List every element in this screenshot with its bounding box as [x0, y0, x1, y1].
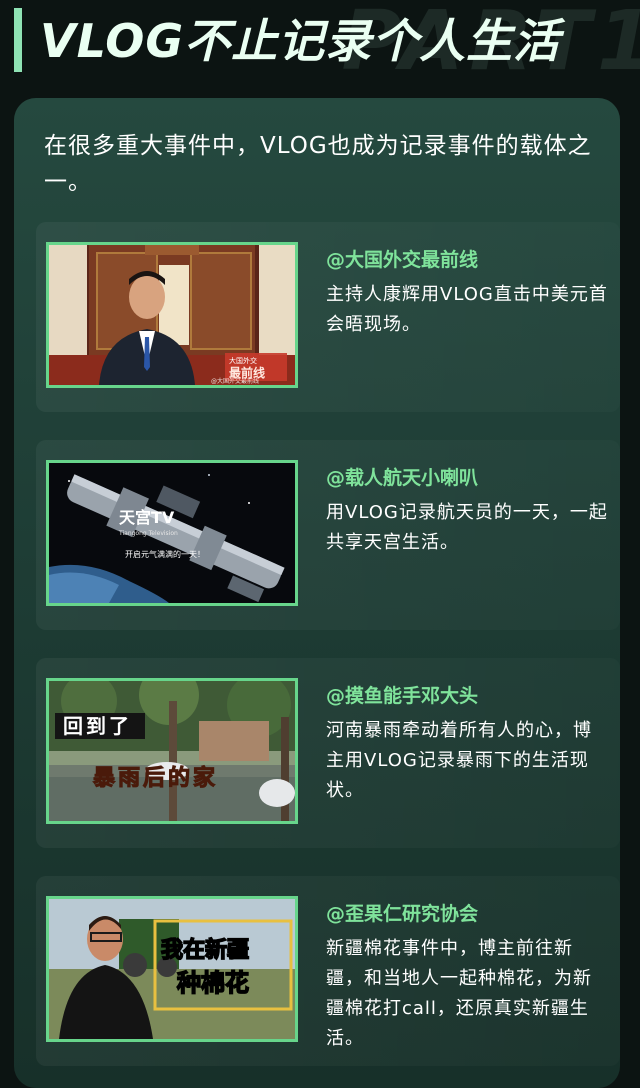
thumb-logo: 大国外交 [229, 356, 257, 365]
cotton-field-image: 我在新疆 种棉花 [49, 899, 295, 1039]
item-text: @大国外交最前线 主持人康辉用VLOG直击中美元首会晤现场。 [326, 246, 608, 340]
space-station-image: 天宫TV Tiangong Television 开启元气满满的一天！ [49, 463, 295, 603]
item-description: 河南暴雨牵动着所有人的心，博主用VLOG记录暴雨下的生活现状。 [326, 720, 592, 801]
thumb-line2: 种棉花 [177, 969, 249, 997]
thumb-line2: 暴雨后的家 [92, 765, 218, 791]
page-title: VLOG不止记录个人生活 [40, 14, 561, 68]
thumb-logo: 天宫TV [119, 508, 175, 527]
item-description: 用VLOG记录航天员的一天，一起共享天宫生活。 [326, 502, 608, 553]
thumb-caption: 开启元气满满的一天！ [125, 549, 205, 559]
flooded-street-image: 回到了 暴雨后的家 [49, 681, 295, 821]
list-item[interactable]: 我在新疆 种棉花 @歪果仁研究协会 新疆棉花事件中，博主前往新疆，和当地人一起种… [36, 876, 620, 1066]
author-handle[interactable]: @大国外交最前线 [326, 246, 608, 274]
thumb-line1: 我在新疆 [161, 937, 249, 963]
list-item[interactable]: 回到了 暴雨后的家 @摸鱼能手邓大头 河南暴雨牵动着所有人的心，博主用VLOG记… [36, 658, 620, 848]
thumbnail-image[interactable]: 我在新疆 种棉花 [46, 896, 298, 1042]
thumbnail-image[interactable]: 回到了 暴雨后的家 [46, 678, 298, 824]
thumb-sub: Tiangong Television [118, 530, 178, 537]
author-handle[interactable]: @歪果仁研究协会 [326, 900, 608, 928]
item-text: @歪果仁研究协会 新疆棉花事件中，博主前往新疆，和当地人一起种棉花，为新疆棉花打… [326, 900, 608, 1054]
header: PART1 VLOG不止记录个人生活 [0, 0, 640, 92]
thumb-line1: 回到了 [63, 714, 132, 738]
thumbnail-image[interactable]: 天宫TV Tiangong Television 开启元气满满的一天！ [46, 460, 298, 606]
author-handle[interactable]: @载人航天小喇叭 [326, 464, 608, 492]
author-handle[interactable]: @摸鱼能手邓大头 [326, 682, 608, 710]
list-item[interactable]: 大国外交 最前线 @大国外交最前线 @大国外交最前线 主持人康辉用VLOG直击中… [36, 222, 620, 412]
list-item[interactable]: 天宫TV Tiangong Television 开启元气满满的一天！ @载人航… [36, 440, 620, 630]
item-description: 新疆棉花事件中，博主前往新疆，和当地人一起种棉花，为新疆棉花打call，还原真实… [326, 938, 592, 1049]
item-description: 主持人康辉用VLOG直击中美元首会晤现场。 [326, 284, 608, 335]
item-text: @载人航天小喇叭 用VLOG记录航天员的一天，一起共享天宫生活。 [326, 464, 608, 558]
intro-text: 在很多重大事件中，VLOG也成为记录事件的载体之一。 [44, 133, 592, 195]
thumb-watermark: @大国外交最前线 [211, 377, 259, 385]
press-hall-image: 大国外交 最前线 @大国外交最前线 [49, 245, 295, 385]
item-text: @摸鱼能手邓大头 河南暴雨牵动着所有人的心，博主用VLOG记录暴雨下的生活现状。 [326, 682, 608, 806]
thumbnail-image[interactable]: 大国外交 最前线 @大国外交最前线 [46, 242, 298, 388]
header-accent-bar [14, 8, 22, 72]
